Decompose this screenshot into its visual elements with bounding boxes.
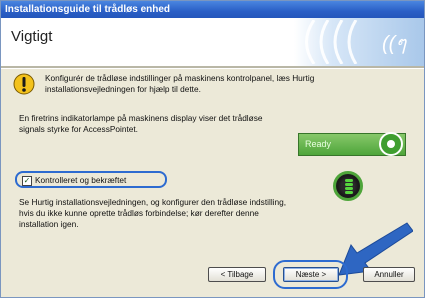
warning-text: Konfigurér de trådløse indstillinger på … xyxy=(45,73,315,94)
svg-text:((ๆ: ((ๆ xyxy=(382,33,407,55)
window-titlebar[interactable]: Installationsguide til trådløs enhed xyxy=(1,1,424,18)
confirm-checkbox-highlight: ✓ Kontrolleret og bekræftet xyxy=(15,171,167,188)
installation-wizard-window: Installationsguide til trådløs enhed Vig… xyxy=(0,0,425,298)
instructions-text: Se Hurtig installationsvejledningen, og … xyxy=(19,197,287,229)
wizard-header: Vigtigt ((ๆ xyxy=(1,18,424,66)
lcd-ready-text: Ready xyxy=(305,139,332,149)
cancel-button[interactable]: Annuller xyxy=(363,267,415,282)
lcd-indicator-icon xyxy=(379,132,403,156)
wireless-led-icon xyxy=(345,179,353,194)
warning-exclamation-icon xyxy=(13,73,35,95)
wizard-content: Konfigurér de trådløse indstillinger på … xyxy=(1,69,424,297)
window-title: Installationsguide til trådløs enhed xyxy=(5,4,171,15)
back-button[interactable]: < Tilbage xyxy=(208,267,266,282)
page-title: Vigtigt xyxy=(11,28,53,45)
lcd-display-illustration: Ready xyxy=(298,132,406,156)
next-button[interactable]: Næste > xyxy=(283,267,339,282)
confirm-checkbox[interactable]: ✓ xyxy=(22,176,32,186)
confirm-checkbox-label[interactable]: Kontrolleret og bekræftet xyxy=(35,175,126,185)
wireless-led-illustration xyxy=(333,171,363,201)
wifi-logo-icon: ((ๆ xyxy=(305,20,407,64)
lcd-indicator-dot xyxy=(387,140,395,148)
signal-description-text: En firetrins indikatorlampe på maskinens… xyxy=(19,113,263,134)
